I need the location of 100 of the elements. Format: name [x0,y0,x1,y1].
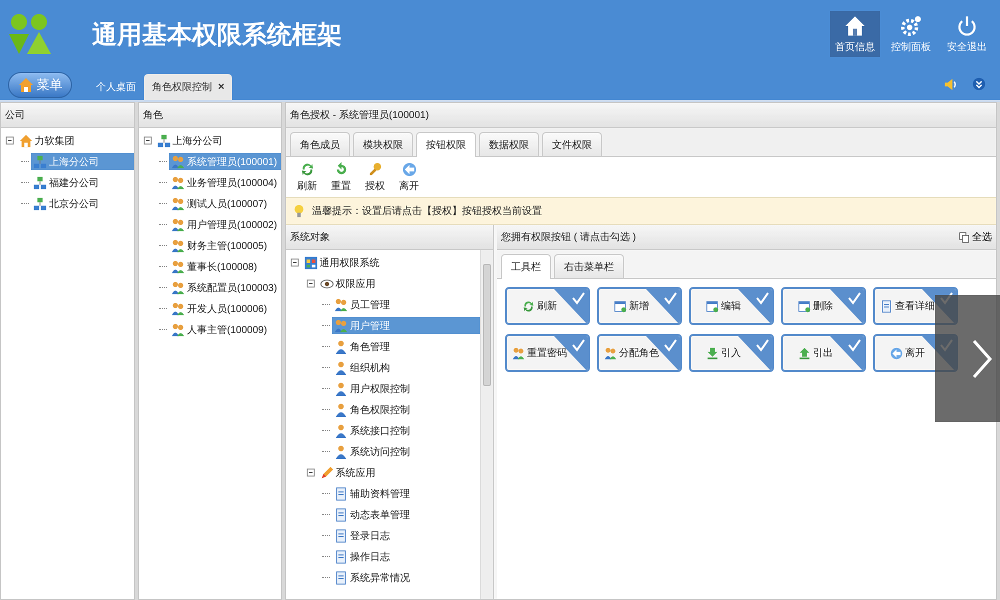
toolbar-button[interactable]: 离开 [396,160,422,194]
tree-item[interactable]: 员工管理 [332,296,480,313]
org-chart-icon [156,134,171,148]
tree-item[interactable]: 角色管理 [332,338,480,355]
app-title: 通用基本权限系统框架 [92,20,342,50]
tree-item[interactable]: 权限应用 [318,275,480,292]
tree-item[interactable]: 动态表单管理 [332,506,480,523]
scroll-thumb[interactable] [483,264,491,386]
permission-button[interactable]: 引出 [781,334,866,372]
tree-item[interactable]: 用户管理员(100002) [169,216,281,233]
collapse-icon[interactable] [5,134,15,148]
person-icon [334,360,348,374]
tree-item[interactable]: 人事主管(100009) [169,321,281,338]
window-icon [614,300,627,312]
tree-item[interactable]: 系统异常情况 [332,569,480,586]
people-icon [171,280,185,294]
back-arrow-icon [890,346,903,360]
tree-item[interactable]: 系统接口控制 [332,422,480,439]
panel-title: 角色 [143,109,163,122]
person-icon [334,340,348,354]
people-icon [171,154,185,168]
people-icon [171,238,185,252]
permission-button[interactable]: 引入 [689,334,774,372]
tab[interactable]: 模块权限 [353,132,413,156]
tree-item[interactable]: 组织机构 [332,359,480,376]
panel-title: 您拥有权限按钮 ( 请点击勾选 ) [501,230,636,244]
document-icon [334,508,348,522]
speaker-icon[interactable] [943,76,958,92]
tree-item[interactable]: 上海分公司 [154,132,281,149]
tab-label[interactable]: 角色权限控制 [152,80,212,94]
tab[interactable]: 文件权限 [542,132,602,156]
tab[interactable]: 按钮权限 [416,132,476,157]
people-icon [171,218,185,232]
logo-drawing [8,12,52,56]
tree-item[interactable]: 通用权限系统 [302,254,480,271]
collapse-icon[interactable] [290,256,300,270]
tab[interactable]: 工具栏 [501,254,551,279]
document-icon [334,486,348,500]
window-icon [798,300,811,312]
tree-item[interactable]: 角色权限控制 [332,401,480,418]
org-chart-icon [33,154,47,168]
people-icon [171,196,185,210]
tree-item[interactable]: 北京分公司 [31,195,134,212]
toolbar-button[interactable]: 刷新 [294,160,320,194]
nav-button[interactable]: 首页信息 [830,11,880,57]
tree-item[interactable]: 开发人员(100006) [169,300,281,317]
person-icon [334,444,348,458]
tab-label[interactable]: 个人桌面 [96,80,136,94]
expand-icon[interactable] [972,76,986,90]
permission-button[interactable]: 删除 [781,287,866,325]
tree-item[interactable]: 力软集团 [16,132,134,149]
copy-icon [959,232,970,242]
tree-item[interactable]: 福建分公司 [31,174,134,191]
nav-button[interactable]: 安全退出 [942,11,992,57]
tree-item[interactable]: 系统配置员(100003) [169,279,281,296]
tree-item[interactable]: 财务主管(100005) [169,237,281,254]
nav-button[interactable]: 控制面板 [886,11,936,57]
people-icon [171,260,185,274]
tip-text: 温馨提示：设置后请点击【授权】按钮授权当前设置 [312,204,542,218]
tree-item[interactable]: 系统应用 [318,464,480,481]
tab[interactable]: 角色成员 [290,132,350,156]
tree-item[interactable]: 测试人员(100007) [169,195,281,212]
people-icon [171,322,185,336]
org-chart-icon [33,196,47,210]
toolbar-button[interactable]: 授权 [362,160,388,194]
permission-button[interactable]: 刷新 [505,287,590,325]
tree-item[interactable]: 辅助资料管理 [332,485,480,502]
tab[interactable]: 右击菜单栏 [554,254,624,278]
tree-item[interactable]: 操作日志 [332,548,480,565]
tree-item[interactable]: 登录日志 [332,527,480,544]
person-icon [334,402,348,416]
home-icon [844,14,866,36]
people-icon [171,176,185,190]
house-icon [18,77,34,93]
grid-icon [304,256,318,270]
close-button[interactable]: × [218,81,224,93]
collapse-icon[interactable] [306,466,316,480]
permission-button[interactable]: 重置密码 [505,334,590,372]
person-icon [334,382,348,396]
tree-item[interactable]: 董事长(100008) [169,258,281,275]
tree-item[interactable]: 用户权限控制 [332,380,480,397]
collapse-icon[interactable] [143,134,153,148]
people-icon [512,346,525,360]
select-all-button[interactable]: 全选 [959,230,992,244]
tree-item[interactable]: 业务管理员(100004) [169,174,281,191]
panel-title: 公司 [5,109,25,122]
toolbar-button[interactable]: 重置 [328,160,354,194]
collapse-icon[interactable] [306,276,316,290]
permission-button[interactable]: 编辑 [689,287,774,325]
document-icon [334,570,348,584]
document-icon [334,550,348,564]
scrollbar[interactable] [480,250,493,599]
tree-item[interactable]: 系统访问控制 [332,443,480,460]
permission-button[interactable]: 分配角色 [597,334,682,372]
people-icon [171,302,185,316]
tab[interactable]: 数据权限 [479,132,539,156]
people-icon [334,318,348,332]
permission-button[interactable]: 新增 [597,287,682,325]
page-tab[interactable]: 个人桌面 [88,74,144,100]
page-tab[interactable]: 角色权限控制 × [144,74,232,100]
